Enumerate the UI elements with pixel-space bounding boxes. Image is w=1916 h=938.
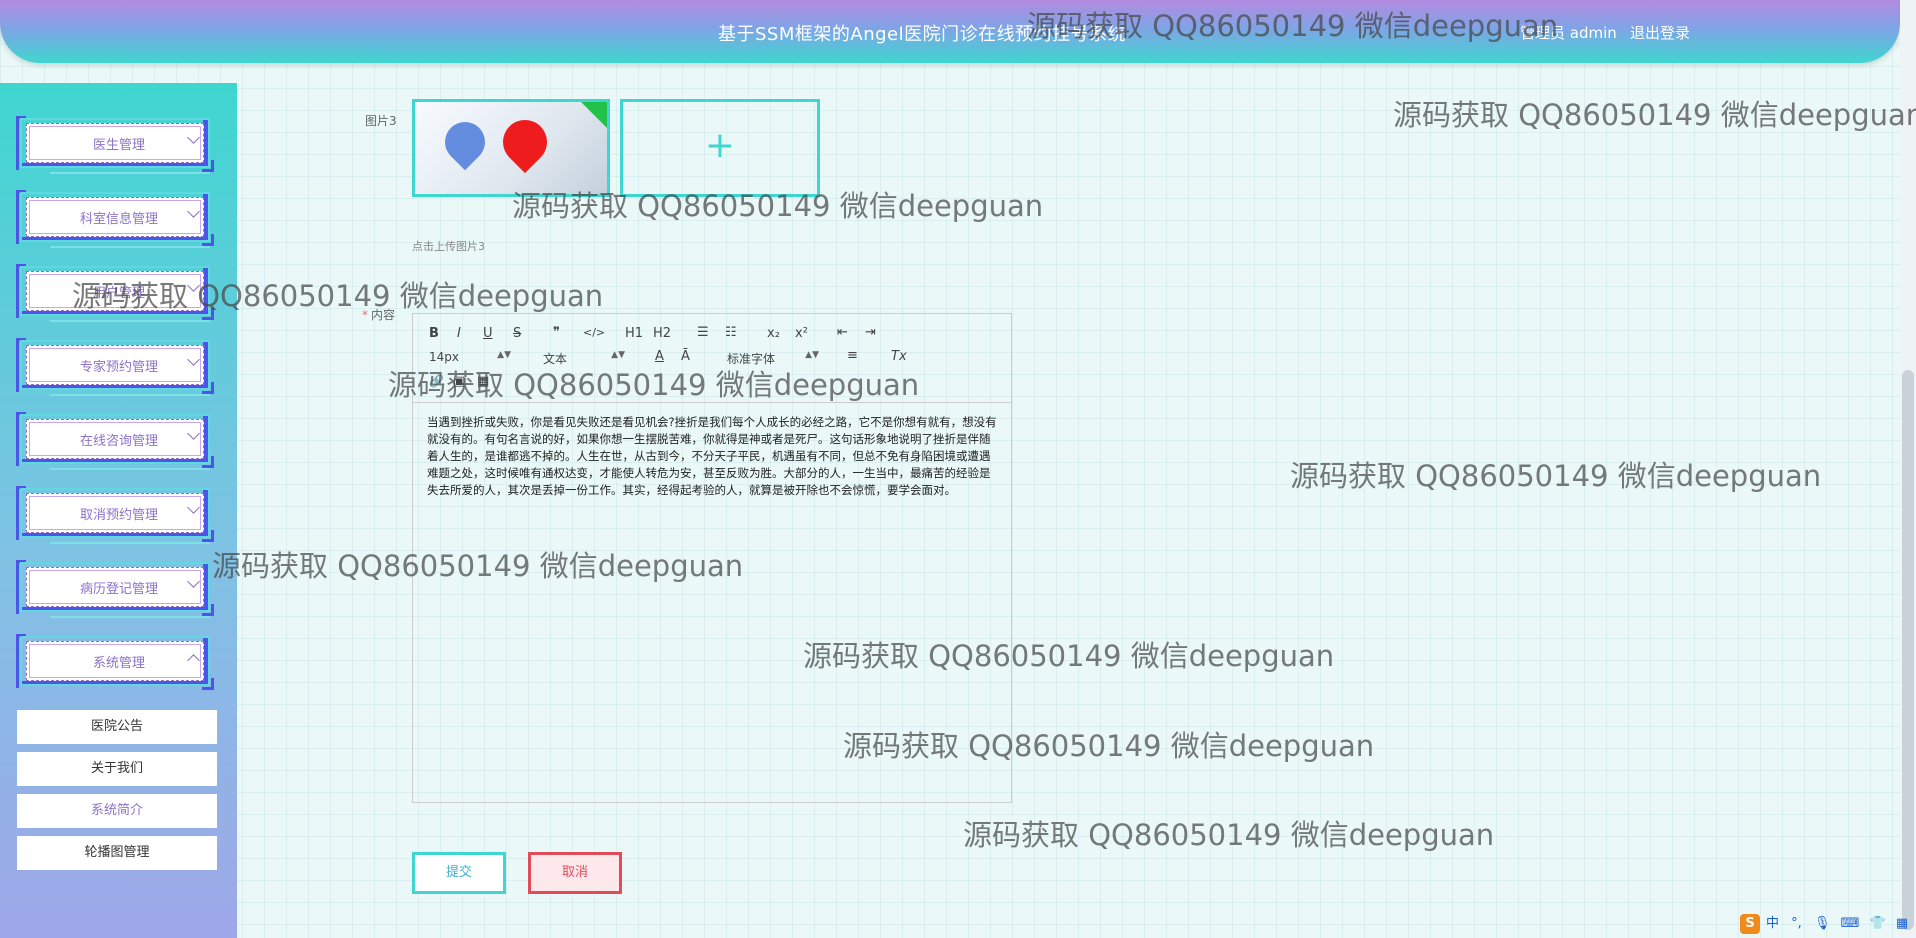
font-family-select[interactable]: 标准字体 ▲▼ — [727, 350, 819, 367]
menu-tail-decoration — [50, 468, 210, 470]
menu-corner-decoration — [202, 678, 214, 690]
menu-corner-decoration — [202, 382, 214, 394]
code-icon[interactable]: </> — [583, 326, 605, 339]
image3-label: 图片3 — [365, 114, 397, 128]
select-arrow-icon: ▲▼ — [611, 350, 625, 360]
text-type-select[interactable]: 文本 ▲▼ — [543, 350, 625, 367]
strike-button[interactable]: S — [513, 326, 521, 341]
menu-expert-appointment[interactable]: 专家预约管理 — [16, 338, 214, 396]
menu-grid-icon[interactable]: ▦ — [1896, 916, 1908, 931]
menu-corner-decoration — [202, 604, 214, 616]
link-icon[interactable]: 🔗 — [429, 374, 444, 388]
watermark: 源码获取 QQ86050149 微信deepguan — [1290, 459, 1822, 493]
submenu-about-us[interactable]: 关于我们 — [17, 752, 217, 786]
rich-text-editor: B I U S ❞ </> H1 H2 ☰ ☷ x₂ x² ⇤ ⇥ 14px ▲▼… — [412, 313, 1012, 803]
menu-corner-decoration — [202, 308, 214, 320]
microphone-icon[interactable]: 🎙 — [1814, 916, 1831, 931]
ordered-list-icon[interactable]: ☰ — [697, 325, 709, 340]
indent-icon[interactable]: ⇥ — [865, 325, 876, 340]
h1-button[interactable]: H1 — [625, 326, 643, 341]
content-label-text: 内容 — [371, 308, 396, 322]
sogou-ime-icon[interactable]: S — [1740, 914, 1760, 934]
upload-hint: 点击上传图片3 — [412, 240, 485, 253]
page-scrollbar[interactable] — [1900, 0, 1916, 938]
watermark: 源码获取 QQ86050149 微信deepguan — [1393, 98, 1916, 132]
submenu-hospital-notice[interactable]: 医院公告 — [17, 710, 217, 744]
subscript-button[interactable]: x₂ — [767, 326, 780, 341]
menu-tail-decoration — [50, 542, 210, 544]
menu-medical-record[interactable]: 病历登记管理 — [16, 560, 214, 618]
ime-punct[interactable]: °, — [1791, 916, 1802, 931]
clear-format-icon[interactable]: Tx — [891, 349, 907, 364]
menu-user-management[interactable]: 用户管理 — [16, 264, 214, 322]
background-color-icon[interactable]: Ā — [681, 349, 690, 364]
editor-toolbar: B I U S ❞ </> H1 H2 ☰ ☷ x₂ x² ⇤ ⇥ 14px ▲▼… — [413, 314, 1011, 403]
superscript-button[interactable]: x² — [795, 326, 808, 341]
menu-system-management[interactable]: 系统管理 — [16, 634, 214, 690]
skin-icon[interactable]: 👕 — [1870, 916, 1886, 931]
image3-thumbnail[interactable] — [412, 99, 610, 197]
bold-button[interactable]: B — [429, 326, 439, 341]
select-arrow-icon: ▲▼ — [805, 350, 819, 360]
menu-corner-decoration — [202, 456, 214, 468]
menu-corner-decoration — [202, 160, 214, 172]
corner-decoration — [581, 102, 607, 128]
ime-lang[interactable]: 中 — [1766, 916, 1779, 931]
menu-cancel-appointment[interactable]: 取消预约管理 — [16, 486, 214, 544]
align-icon[interactable]: ≡ — [847, 348, 858, 363]
watermark: 源码获取 QQ86050149 微信deepguan — [963, 818, 1495, 852]
plus-icon: + — [704, 125, 736, 166]
outdent-icon[interactable]: ⇤ — [837, 325, 848, 340]
font-family-value: 标准字体 — [727, 352, 776, 366]
blue-heart-shape — [436, 113, 494, 171]
font-size-select[interactable]: 14px ▲▼ — [429, 350, 511, 364]
red-heart-shape — [493, 110, 557, 174]
current-user: 管理员 admin — [1520, 24, 1617, 42]
submenu-carousel-management[interactable]: 轮播图管理 — [17, 836, 217, 870]
text-type-value: 文本 — [543, 352, 568, 366]
keyboard-icon[interactable]: ⌨ — [1841, 916, 1860, 931]
bullet-list-icon[interactable]: ☷ — [725, 325, 737, 340]
logout-link[interactable]: 退出登录 — [1630, 22, 1690, 43]
menu-tail-decoration — [50, 320, 210, 322]
font-color-icon[interactable]: A — [655, 349, 664, 364]
system-title: 基于SSM框架的Angel医院门诊在线预约挂号系统 — [718, 24, 1127, 45]
image3-upload-button[interactable]: + — [620, 99, 820, 197]
content-label: * 内容 — [362, 306, 395, 323]
scrollbar-thumb[interactable] — [1902, 370, 1914, 930]
menu-corner-decoration — [202, 530, 214, 542]
submenu-system-intro[interactable]: 系统简介 — [17, 794, 217, 828]
menu-doctor-management[interactable]: 医生管理 — [16, 116, 214, 174]
select-arrow-icon: ▲▼ — [497, 350, 511, 360]
menu-tail-decoration — [50, 246, 210, 248]
menu-tail-decoration — [50, 616, 210, 618]
image-icon[interactable]: ▣ — [453, 374, 465, 389]
required-mark: * — [362, 308, 368, 322]
font-size-value: 14px — [429, 350, 459, 364]
top-header: 基于SSM框架的Angel医院门诊在线预约挂号系统 管理员 admin 退出登录 — [0, 0, 1900, 63]
underline-button[interactable]: U — [483, 326, 493, 341]
cancel-button[interactable]: 取消 — [528, 852, 622, 894]
menu-corner-decoration — [202, 234, 214, 246]
menu-tail-decoration — [50, 394, 210, 396]
menu-online-consult[interactable]: 在线咨询管理 — [16, 412, 214, 470]
h2-button[interactable]: H2 — [653, 326, 671, 341]
ime-tray[interactable]: S中 °, 🎙 ⌨ 👕 ▦ — [1740, 912, 1908, 934]
menu-tail-decoration — [50, 172, 210, 174]
editor-content[interactable]: 当遇到挫折或失败，你是看见失败还是看见机会?挫折是我们每个人成长的必经之路，它不… — [427, 414, 999, 499]
italic-button[interactable]: I — [457, 326, 461, 341]
submit-button[interactable]: 提交 — [412, 852, 506, 894]
sidebar: 医生管理 科室信息管理 用户管理 专家预约管理 在线咨询管理 取消预约管理 病历… — [0, 83, 237, 938]
menu-department-management[interactable]: 科室信息管理 — [16, 190, 214, 248]
quote-icon[interactable]: ❞ — [553, 325, 560, 340]
video-icon[interactable]: ▦ — [477, 374, 489, 389]
